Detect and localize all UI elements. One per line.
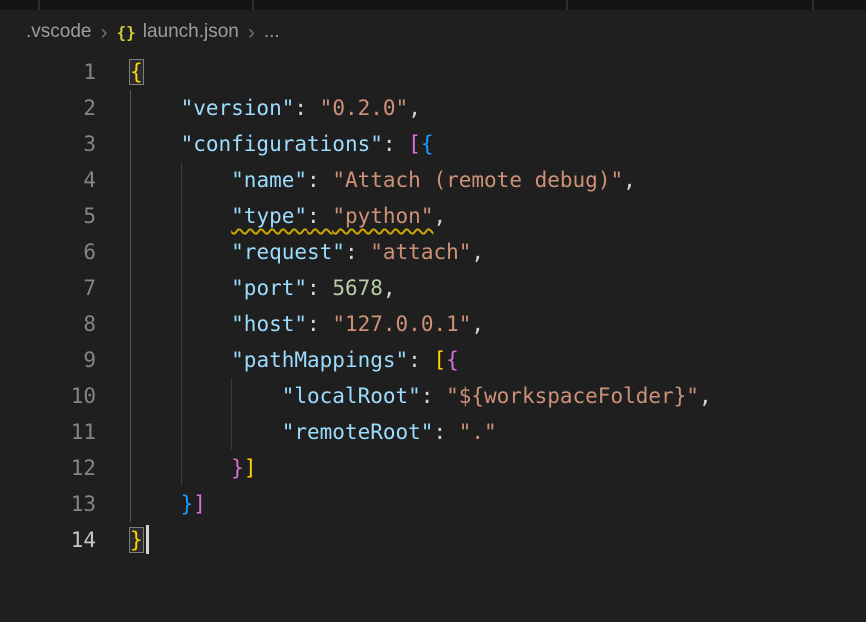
code-token: : xyxy=(408,348,433,372)
code-token: : xyxy=(307,204,332,228)
code-token: [ xyxy=(408,132,421,156)
code-token: "version" xyxy=(181,96,295,120)
code-token: ] xyxy=(193,492,206,516)
code-text: "request": "attach", xyxy=(96,234,484,270)
code-text: { xyxy=(96,54,143,90)
code-token: "Attach (remote debug)" xyxy=(332,168,623,192)
code-token: "port" xyxy=(231,276,307,300)
line-number[interactable]: 4 xyxy=(0,162,96,198)
text-cursor xyxy=(146,525,149,554)
code-token: : xyxy=(345,240,370,264)
code-token: "0.2.0" xyxy=(320,96,409,120)
code-token: "request" xyxy=(231,240,345,264)
code-token: } xyxy=(181,492,194,516)
code-token: "name" xyxy=(231,168,307,192)
code-line[interactable]: 14} xyxy=(0,522,866,558)
code-token: 5678 xyxy=(332,276,383,300)
editor[interactable]: 1{2 "version": "0.2.0",3 "configurations… xyxy=(0,54,866,558)
code-token: } xyxy=(130,528,143,552)
code-token: : xyxy=(307,168,332,192)
code-token: "host" xyxy=(231,312,307,336)
code-token: : xyxy=(307,276,332,300)
indent-guide xyxy=(181,162,182,486)
line-number[interactable]: 9 xyxy=(0,342,96,378)
code-token: "remoteRoot" xyxy=(282,420,434,444)
code-token xyxy=(130,384,282,408)
tab-separator xyxy=(252,0,254,10)
code-token: "${workspaceFolder}" xyxy=(446,384,699,408)
code-text: "pathMappings": [{ xyxy=(96,342,459,378)
code-token: { xyxy=(421,132,434,156)
code-token: : xyxy=(307,312,332,336)
code-text: }] xyxy=(96,450,256,486)
code-token: , xyxy=(408,96,421,120)
code-token xyxy=(130,96,181,120)
line-number[interactable]: 3 xyxy=(0,126,96,162)
line-number[interactable]: 14 xyxy=(0,522,96,558)
code-token: "127.0.0.1" xyxy=(332,312,471,336)
code-token xyxy=(130,492,181,516)
code-token: } xyxy=(231,456,244,480)
breadcrumb-item-symbol-path[interactable]: ... xyxy=(264,21,280,43)
editor-lines: 1{2 "version": "0.2.0",3 "configurations… xyxy=(0,54,866,558)
line-number[interactable]: 6 xyxy=(0,234,96,270)
line-number[interactable]: 13 xyxy=(0,486,96,522)
line-number[interactable]: 10 xyxy=(0,378,96,414)
code-token: , xyxy=(471,240,484,264)
code-text: "remoteRoot": "." xyxy=(96,414,497,450)
breadcrumb: .vscode › {} launch.json › ... xyxy=(0,10,866,54)
code-text: }] xyxy=(96,486,206,522)
breadcrumb-item-launch-json[interactable]: launch.json xyxy=(143,21,239,43)
code-text: "name": "Attach (remote debug)", xyxy=(96,162,636,198)
code-token: , xyxy=(699,384,712,408)
tab-separator xyxy=(812,0,814,10)
tab-separator xyxy=(38,0,40,10)
tab-separator xyxy=(566,0,568,10)
code-text: "host": "127.0.0.1", xyxy=(96,306,484,342)
breadcrumb-item-vscode[interactable]: .vscode xyxy=(26,21,91,43)
code-token: "attach" xyxy=(370,240,471,264)
code-token xyxy=(130,420,282,444)
code-token: { xyxy=(446,348,459,372)
chevron-right-icon: › xyxy=(100,22,107,43)
line-number[interactable]: 1 xyxy=(0,54,96,90)
code-token: , xyxy=(383,276,396,300)
line-number[interactable]: 11 xyxy=(0,414,96,450)
code-token: ] xyxy=(244,456,257,480)
code-token: : xyxy=(433,420,458,444)
line-number[interactable]: 5 xyxy=(0,198,96,234)
code-text: } xyxy=(96,522,149,558)
code-token: "." xyxy=(459,420,497,444)
indent-guide xyxy=(231,378,232,450)
code-token: "python" xyxy=(332,204,433,228)
code-token: { xyxy=(130,60,143,84)
line-number[interactable]: 7 xyxy=(0,270,96,306)
code-text: "configurations": [{ xyxy=(96,126,433,162)
code-text: "type": "python", xyxy=(96,198,446,234)
code-token: "pathMappings" xyxy=(231,348,408,372)
code-text: "port": 5678, xyxy=(96,270,396,306)
code-text: "localRoot": "${workspaceFolder}", xyxy=(96,378,712,414)
chevron-right-icon: › xyxy=(248,22,255,43)
code-token: "configurations" xyxy=(181,132,383,156)
line-number[interactable]: 12 xyxy=(0,450,96,486)
line-number[interactable]: 2 xyxy=(0,90,96,126)
json-file-icon: {} xyxy=(116,23,135,42)
code-token: , xyxy=(433,204,446,228)
line-number[interactable]: 8 xyxy=(0,306,96,342)
code-token xyxy=(130,132,181,156)
code-token: , xyxy=(623,168,636,192)
code-token: "type" xyxy=(231,204,307,228)
code-token: : xyxy=(294,96,319,120)
code-token: : xyxy=(383,132,408,156)
code-token: "localRoot" xyxy=(282,384,421,408)
code-line[interactable]: 1{ xyxy=(0,54,866,90)
code-token: [ xyxy=(433,348,446,372)
code-token: : xyxy=(421,384,446,408)
indent-guide xyxy=(130,90,131,522)
tab-bar-edge xyxy=(0,0,866,10)
code-token: , xyxy=(471,312,484,336)
code-text: "version": "0.2.0", xyxy=(96,90,421,126)
